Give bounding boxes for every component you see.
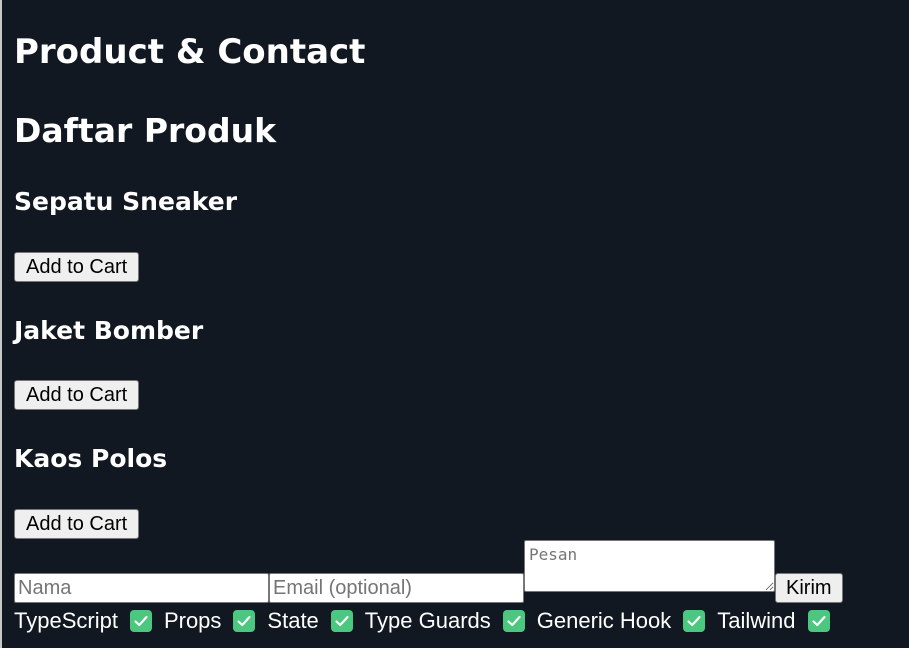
add-to-cart-button[interactable]: Add to Cart — [14, 252, 140, 282]
tag-item: State — [267, 606, 353, 636]
check-mark-icon — [330, 610, 353, 632]
check-mark-icon — [807, 610, 830, 632]
tech-tag-list: TypeScript Props State Type Guards Gener… — [14, 606, 842, 636]
app-root: Product & Contact Daftar Produk Sepatu S… — [14, 0, 909, 648]
tag-label: Generic Hook — [536, 608, 672, 633]
add-to-cart-button[interactable]: Add to Cart — [14, 509, 140, 539]
tag-item: Props — [163, 606, 256, 636]
check-mark-icon — [129, 610, 152, 632]
products-heading: Daftar Produk — [14, 111, 277, 150]
tag-item: TypeScript — [14, 606, 152, 636]
check-mark-icon — [502, 610, 525, 632]
tag-label: TypeScript — [14, 608, 118, 633]
check-mark-icon — [683, 610, 706, 632]
message-textarea[interactable] — [524, 540, 775, 592]
submit-button[interactable]: Kirim — [775, 573, 843, 603]
tag-item: Tailwind — [717, 606, 830, 636]
tag-label: Props — [163, 608, 222, 633]
product-name: Jaket Bomber — [14, 316, 204, 345]
check-mark-icon — [233, 610, 256, 632]
page-title: Product & Contact — [14, 32, 366, 72]
tag-label: State — [267, 608, 319, 633]
add-to-cart-button[interactable]: Add to Cart — [14, 380, 140, 410]
tag-label: Type Guards — [364, 608, 491, 633]
tag-item: Generic Hook — [537, 606, 706, 636]
product-name: Sepatu Sneaker — [14, 187, 238, 216]
name-input[interactable] — [14, 573, 269, 603]
tag-item: Type Guards — [365, 606, 525, 636]
product-name: Kaos Polos — [14, 444, 168, 473]
tag-label: Tailwind — [717, 608, 796, 633]
email-input[interactable] — [269, 573, 524, 603]
